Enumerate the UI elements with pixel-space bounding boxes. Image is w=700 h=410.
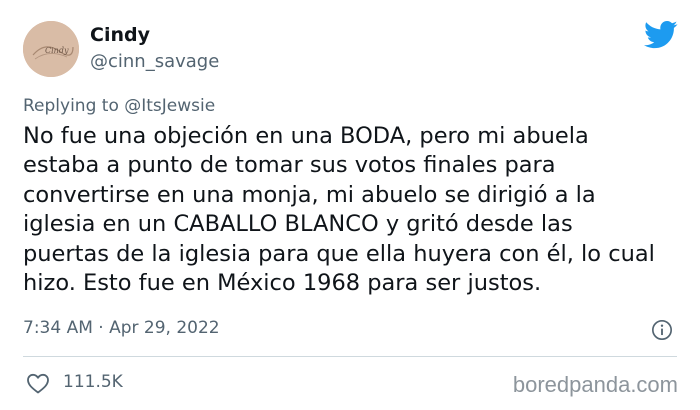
replying-to: Replying to @ItsJewsie <box>23 96 215 116</box>
replying-prefix: Replying to <box>23 96 119 116</box>
divider <box>23 356 677 357</box>
author-handle[interactable]: @cinn_savage <box>90 51 219 72</box>
twitter-bird-icon[interactable] <box>644 20 678 50</box>
svg-text:Cindy: Cindy <box>45 46 69 55</box>
author-display-name[interactable]: Cindy <box>90 24 150 46</box>
avatar-image: Cindy <box>23 21 79 77</box>
info-icon[interactable] <box>651 319 673 341</box>
boredpanda-watermark: boredpanda.com <box>512 372 678 397</box>
heart-icon[interactable] <box>26 372 50 394</box>
tweet-timestamp[interactable]: 7:34 AM · Apr 29, 2022 <box>23 318 220 338</box>
replying-mention-link[interactable]: @ItsJewsie <box>124 96 215 116</box>
avatar[interactable]: Cindy <box>23 21 79 77</box>
tweet-text: No fue una objeción en una BODA, pero mi… <box>23 123 655 297</box>
like-count[interactable]: 111.5K <box>63 372 123 392</box>
